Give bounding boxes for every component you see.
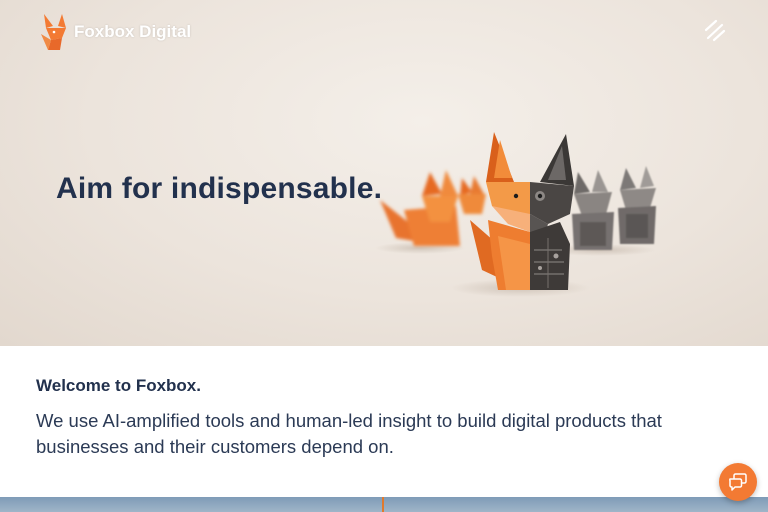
intro-body: We use AI-amplified tools and human-led … <box>36 410 662 457</box>
fox-logo-icon <box>41 14 66 50</box>
strip-accent-line <box>382 497 384 512</box>
intro-heading: Welcome to Foxbox. <box>36 376 201 395</box>
home-logo-link[interactable]: Foxbox Digital <box>40 12 191 52</box>
site-header: Foxbox Digital <box>0 0 768 64</box>
intro-section: Welcome to Foxbox. We use AI-amplified t… <box>0 346 768 498</box>
chat-button[interactable] <box>719 463 757 501</box>
chat-bubble-icon <box>729 473 747 491</box>
hamburger-menu-icon <box>704 19 726 42</box>
next-section-preview <box>0 497 768 512</box>
hamburger-menu-button[interactable] <box>700 18 730 46</box>
brand-name: Foxbox Digital <box>74 22 192 41</box>
hero-headline: Aim for indispensable. <box>56 172 383 205</box>
